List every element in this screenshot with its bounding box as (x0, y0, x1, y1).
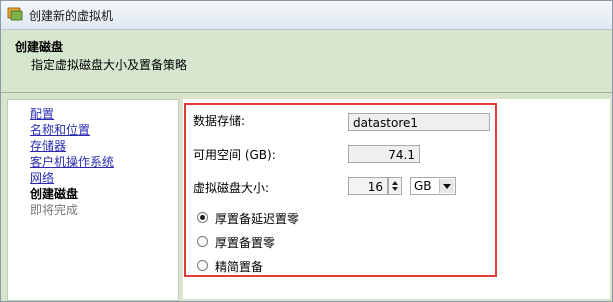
wizard-steps-sidebar: 配置 名称和位置 存储器 客户机操作系统 网络 创建磁盘 即将完成 (7, 99, 179, 301)
sidebar-item-storage[interactable]: 存储器 (30, 137, 66, 154)
sidebar-item-ready-to-complete: 即将完成 (30, 203, 79, 217)
disk-size-label: 虚拟磁盘大小: (193, 181, 270, 195)
option-thin-provision[interactable]: 精简置备 (215, 258, 263, 275)
disk-size-input[interactable]: 16 (348, 177, 388, 195)
page-title: 创建磁盘 (15, 40, 64, 54)
sidebar-item-create-disk: 创建磁盘 (30, 187, 79, 201)
wizard-header: 创建磁盘 指定虚拟磁盘大小及置备策略 (1, 30, 612, 93)
disk-unit-value: GB (414, 179, 432, 193)
sidebar-item-configuration[interactable]: 配置 (30, 105, 54, 122)
disk-settings-panel: 数据存储: datastore1 可用空间 (GB): 74.1 虚拟磁盘大小:… (184, 103, 497, 277)
radio-thick-lazy-zeroed[interactable] (197, 212, 208, 223)
disk-size-spinner[interactable] (388, 177, 402, 195)
datastore-label: 数据存储: (193, 114, 246, 128)
radio-thick-eager-zeroed[interactable] (197, 236, 208, 247)
option-thick-lazy-zeroed[interactable]: 厚置备延迟置零 (215, 210, 299, 227)
page-subtitle: 指定虚拟磁盘大小及置备策略 (31, 58, 188, 72)
sidebar-item-name-location[interactable]: 名称和位置 (30, 121, 90, 138)
option-thick-eager-zeroed[interactable]: 厚置备置零 (215, 234, 275, 251)
spin-up-icon[interactable] (392, 181, 398, 185)
window-title: 创建新的虚拟机 (29, 9, 114, 23)
chevron-down-icon[interactable] (439, 179, 454, 193)
wizard-window: 创建新的虚拟机 创建磁盘 指定虚拟磁盘大小及置备策略 配置 名称和位置 存储器 … (0, 0, 613, 302)
sidebar-item-guest-os[interactable]: 客户机操作系统 (30, 153, 114, 170)
free-space-label: 可用空间 (GB): (193, 148, 276, 162)
datastore-field: datastore1 (348, 113, 490, 131)
disk-unit-select[interactable]: GB (410, 177, 456, 195)
vm-app-icon (7, 7, 23, 21)
free-space-field: 74.1 (348, 145, 420, 163)
spin-down-icon[interactable] (392, 187, 398, 191)
radio-thin-provision[interactable] (197, 260, 208, 271)
sidebar-item-network[interactable]: 网络 (30, 169, 54, 186)
title-bar: 创建新的虚拟机 (1, 1, 612, 30)
